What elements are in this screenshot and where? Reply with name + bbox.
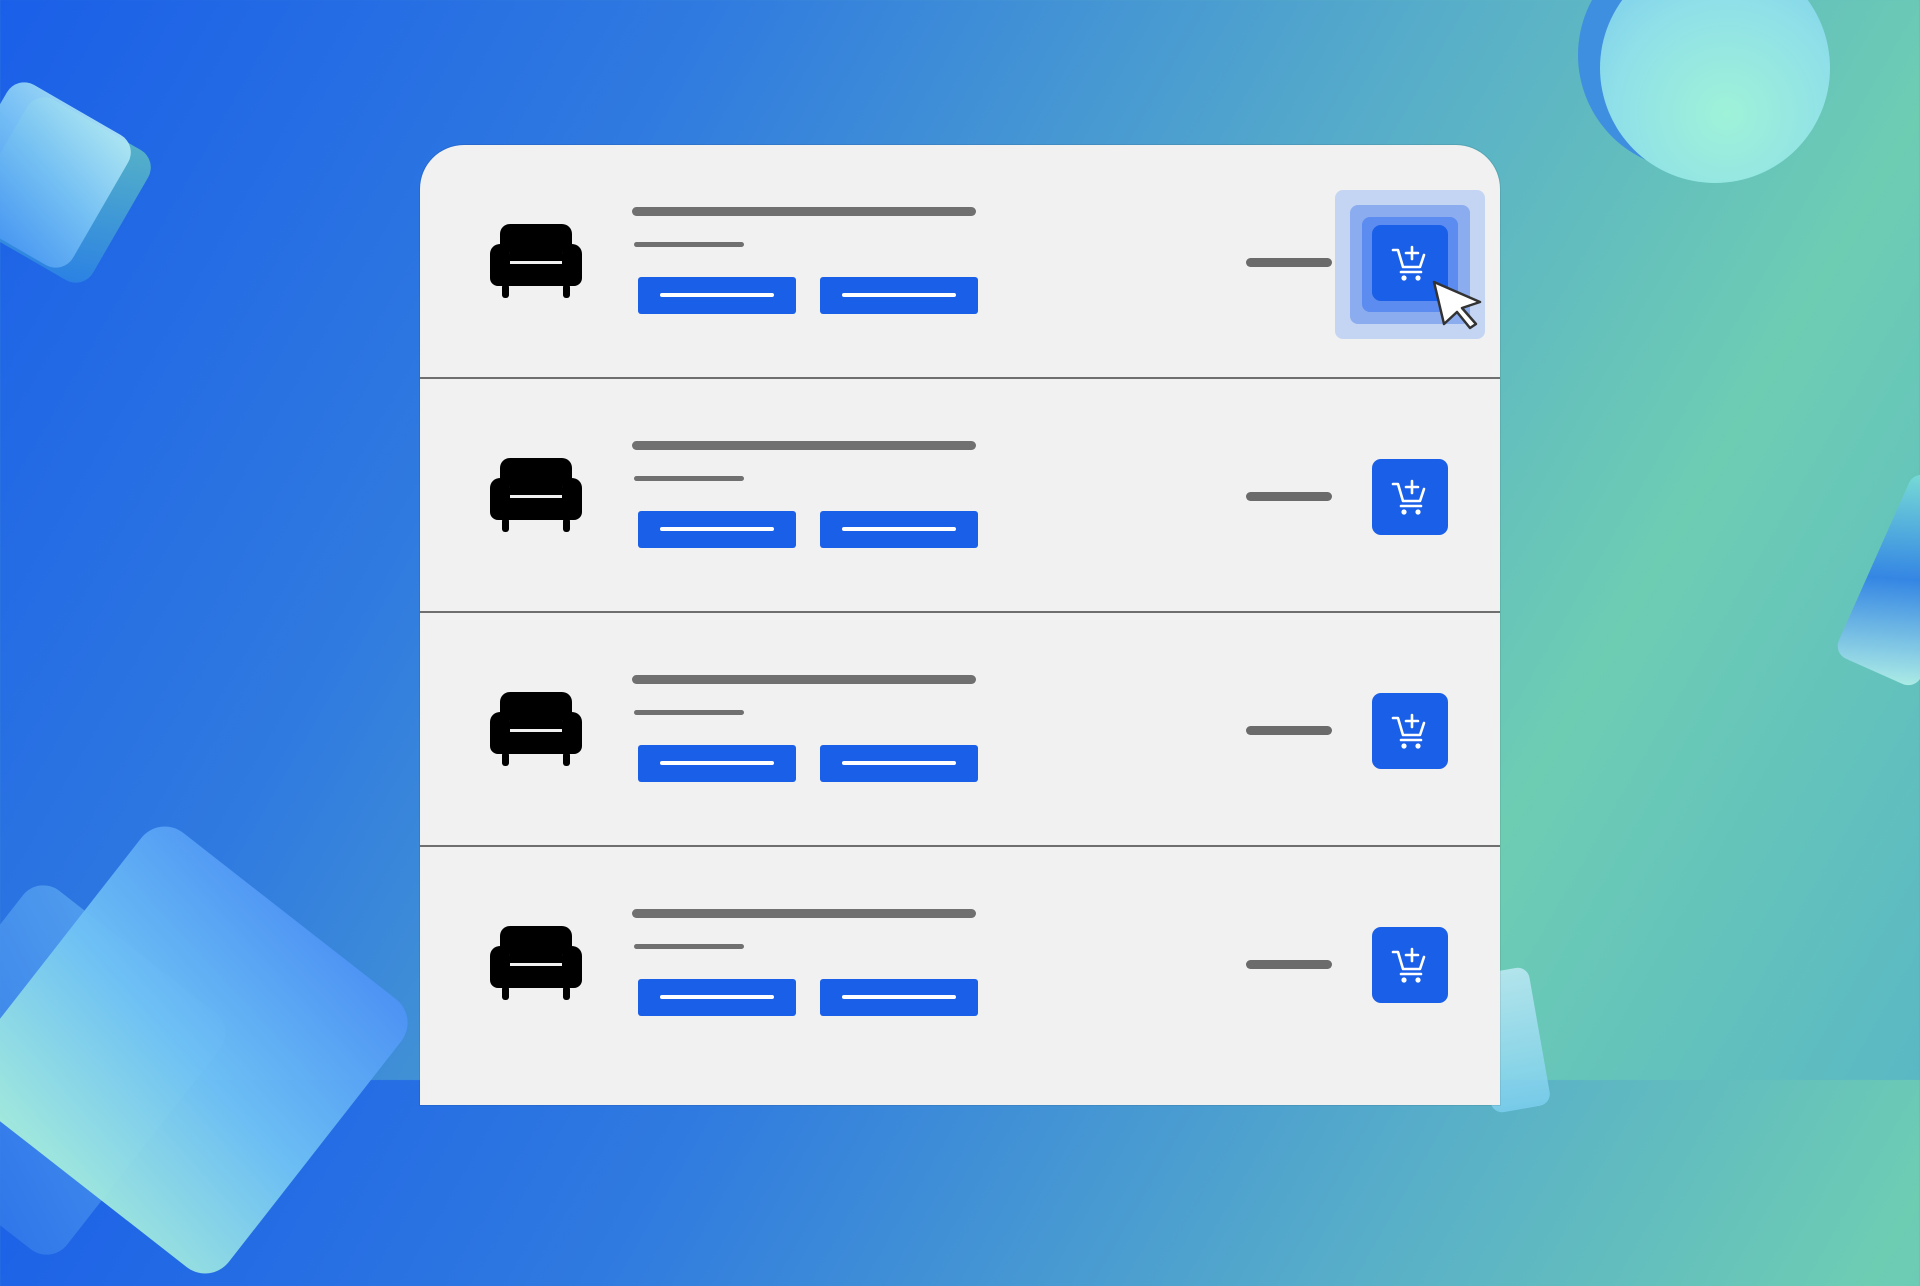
product-price-placeholder: [1246, 492, 1332, 501]
mouse-cursor-icon: [1432, 280, 1482, 330]
decorative-shard-right: [1833, 470, 1920, 690]
add-to-cart-icon: [1391, 947, 1426, 983]
product-title-placeholder: [632, 675, 976, 684]
add-to-cart-button-3[interactable]: [1372, 693, 1448, 769]
product-title-placeholder: [632, 207, 976, 216]
product-row: [420, 145, 1500, 379]
product-price-placeholder: [1246, 960, 1332, 969]
decorative-tile-front: [0, 75, 139, 275]
product-action-button-secondary[interactable]: [820, 745, 978, 782]
product-subtitle-placeholder: [634, 242, 744, 247]
product-action-button-primary[interactable]: [638, 277, 796, 314]
product-subtitle-placeholder: [634, 710, 744, 715]
add-to-cart-icon: [1391, 713, 1426, 749]
product-subtitle-placeholder: [634, 944, 744, 949]
armchair-icon: [490, 224, 582, 298]
product-action-button-primary[interactable]: [638, 745, 796, 782]
add-to-cart-icon: [1391, 245, 1426, 281]
product-price-placeholder: [1246, 258, 1332, 267]
product-price-placeholder: [1246, 726, 1332, 735]
product-subtitle-placeholder: [634, 476, 744, 481]
product-row: [420, 379, 1500, 613]
armchair-icon: [490, 458, 582, 532]
armchair-icon: [490, 926, 582, 1000]
product-action-button-secondary[interactable]: [820, 511, 978, 548]
armchair-icon: [490, 692, 582, 766]
add-to-cart-button-4[interactable]: [1372, 927, 1448, 1003]
product-title-placeholder: [632, 441, 976, 450]
product-action-button-secondary[interactable]: [820, 277, 978, 314]
decorative-circle-front: [1600, 0, 1830, 183]
product-title-placeholder: [632, 909, 976, 918]
product-action-button-secondary[interactable]: [820, 979, 978, 1016]
product-list-panel: [420, 145, 1500, 1105]
add-to-cart-button-2[interactable]: [1372, 459, 1448, 535]
product-row: [420, 847, 1500, 1081]
product-action-button-primary[interactable]: [638, 511, 796, 548]
product-row: [420, 613, 1500, 847]
product-action-button-primary[interactable]: [638, 979, 796, 1016]
add-to-cart-icon: [1391, 479, 1426, 515]
